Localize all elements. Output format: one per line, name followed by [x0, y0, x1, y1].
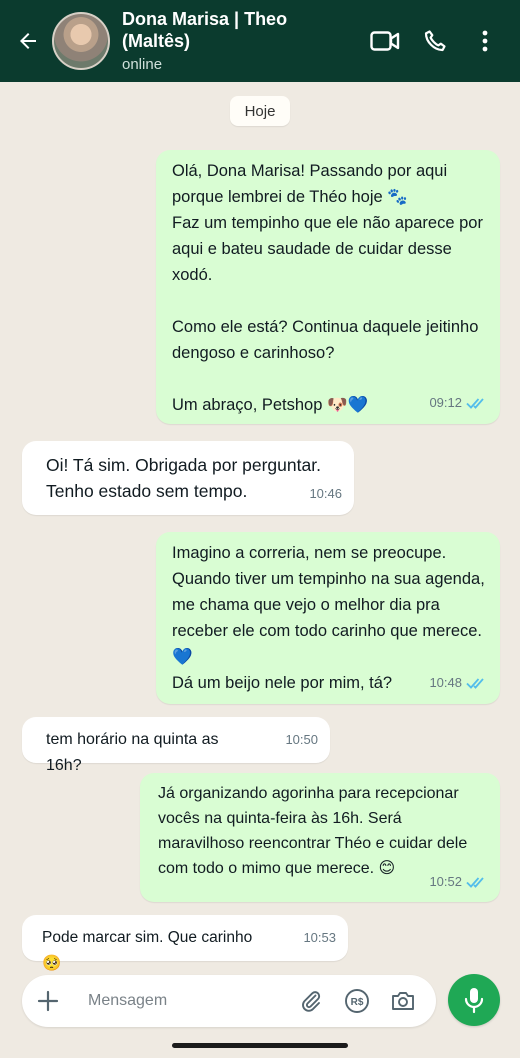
message-text: Pode marcar sim. Que carinho 🥺	[42, 929, 257, 972]
message-time: 10:52	[429, 874, 462, 889]
voice-message-button[interactable]	[448, 974, 500, 1026]
double-check-icon	[466, 876, 484, 888]
contact-name: Dona Marisa | Theo (Maltês)	[122, 8, 288, 51]
message-bubble-incoming[interactable]: Oi! Tá sim. Obrigada por perguntar. Tenh…	[22, 441, 354, 515]
double-check-icon	[466, 678, 484, 689]
message-time: 10:50	[285, 732, 318, 747]
camera-button[interactable]	[380, 975, 426, 1027]
video-camera-icon	[370, 31, 400, 51]
message-time: 10:46	[309, 486, 342, 501]
currency-icon: R$	[345, 989, 369, 1013]
plus-icon	[37, 990, 59, 1012]
message-bubble-incoming[interactable]: tem horário na quinta as 16h? 10:50	[22, 717, 330, 774]
message-meta: 09:12	[429, 390, 488, 416]
message-bubble-outgoing[interactable]: Já organizando agorinha para recepcionar…	[140, 773, 500, 902]
message-meta: 10:48	[429, 670, 488, 696]
attach-file-button[interactable]	[288, 975, 334, 1027]
home-indicator[interactable]	[172, 1043, 348, 1048]
message-bubble-outgoing[interactable]: Imagino a correria, nem se preocupe. Qua…	[156, 532, 500, 704]
kebab-menu-icon	[482, 30, 488, 52]
back-button[interactable]	[0, 0, 56, 82]
payment-button[interactable]: R$	[334, 975, 380, 1027]
message-composer: R$	[22, 975, 436, 1027]
contact-info[interactable]: Dona Marisa | Theo (Maltês) online	[122, 8, 360, 75]
message-text: Já organizando agorinha para recepcionar…	[158, 785, 472, 877]
message-meta: 10:53	[303, 925, 336, 951]
svg-text:R$: R$	[351, 997, 364, 1008]
avatar[interactable]	[52, 12, 110, 70]
double-check-icon	[466, 398, 484, 409]
message-bubble-incoming[interactable]: Pode marcar sim. Que carinho 🥺 10:53	[22, 915, 348, 972]
message-text: Olá, Dona Marisa! Passando por aqui porq…	[172, 162, 483, 414]
message-meta: 10:46	[309, 481, 342, 507]
voice-call-button[interactable]	[410, 16, 460, 66]
date-chip: Hoje	[230, 96, 290, 126]
phone-icon	[424, 30, 446, 52]
message-text: tem horário na quinta as 16h?	[46, 731, 223, 774]
video-call-button[interactable]	[360, 16, 410, 66]
camera-icon	[392, 992, 414, 1010]
message-time: 09:12	[429, 395, 462, 410]
message-time: 10:48	[429, 675, 462, 690]
message-meta: 10:50	[285, 727, 318, 753]
more-options-button[interactable]	[460, 16, 510, 66]
message-bubble-outgoing[interactable]: Olá, Dona Marisa! Passando por aqui porq…	[156, 150, 500, 424]
chat-header: Dona Marisa | Theo (Maltês) online	[0, 0, 520, 82]
contact-status: online	[122, 55, 163, 73]
message-input[interactable]	[88, 981, 288, 1021]
message-meta: 10:52	[429, 869, 488, 894]
header-actions	[360, 16, 510, 66]
attach-plus-button[interactable]	[22, 975, 74, 1027]
microphone-icon	[464, 988, 484, 1014]
message-time: 10:53	[303, 930, 336, 945]
arrow-left-icon	[20, 33, 36, 49]
message-text: Oi! Tá sim. Obrigada por perguntar. Tenh…	[46, 455, 321, 501]
paperclip-icon	[302, 991, 321, 1012]
